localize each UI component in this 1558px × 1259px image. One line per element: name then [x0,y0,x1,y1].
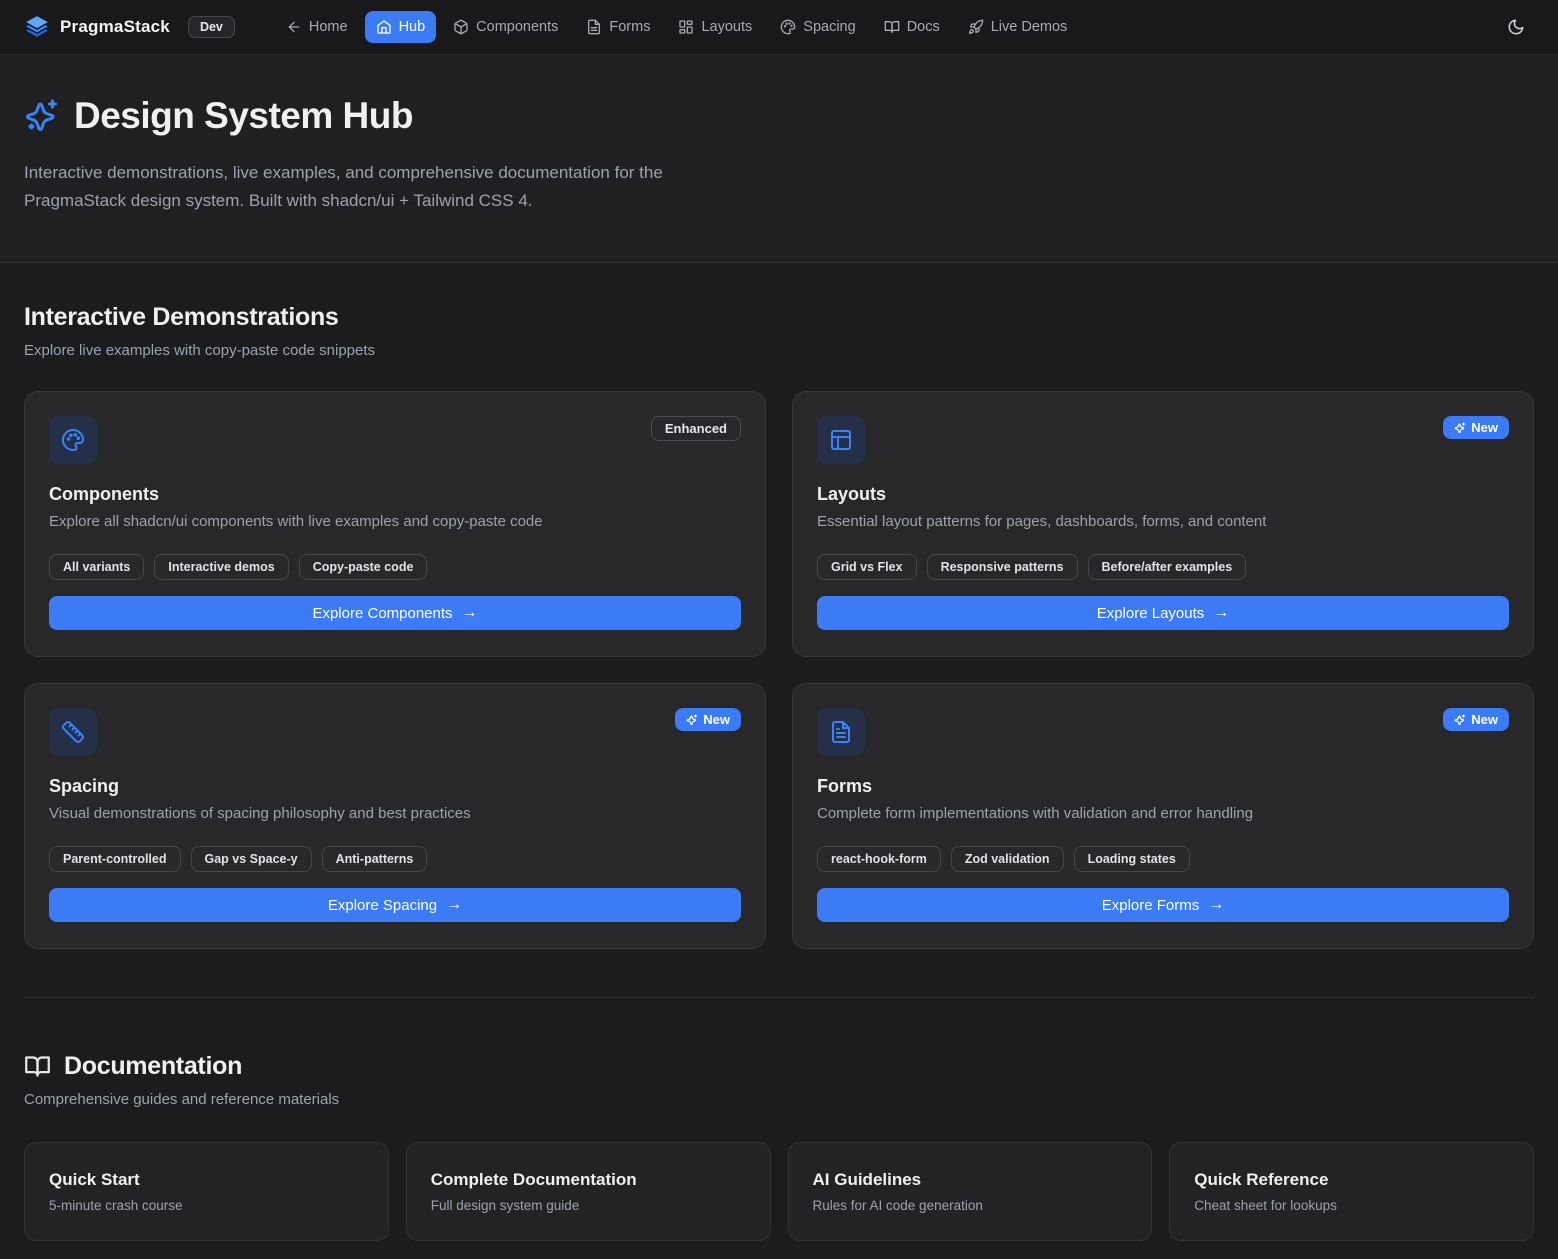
book-open-icon [884,19,900,35]
tag: Parent-controlled [49,846,181,872]
brand: PragmaStack Dev [24,14,235,40]
explore-spacing-button[interactable]: Explore Spacing → [49,888,741,922]
card-title: Spacing [49,776,741,797]
page-subtitle: Interactive demonstrations, live example… [24,159,764,214]
nav-item-home[interactable]: Home [275,11,359,43]
tag: Loading states [1074,846,1190,872]
demo-card-forms: New Forms Complete form implementations … [792,683,1534,949]
sparkles-icon [1454,422,1466,434]
tag: Anti-patterns [322,846,428,872]
arrow-right-icon: → [1208,897,1224,913]
doc-card-description: Rules for AI code generation [813,1198,1128,1213]
env-badge: Dev [188,16,235,38]
arrow-right-icon: → [462,605,478,621]
rocket-icon [968,19,984,35]
documentation-section: Documentation Comprehensive guides and r… [24,1052,1534,1241]
doc-card-title: Complete Documentation [431,1170,746,1190]
top-navbar: PragmaStack Dev Home Hub Components Form… [0,0,1558,55]
nav-item-spacing[interactable]: Spacing [769,11,866,43]
nav-item-hub[interactable]: Hub [365,11,437,43]
demos-heading: Interactive Demonstrations [24,303,1534,332]
book-open-icon [24,1053,51,1080]
section-divider [24,997,1534,998]
card-title: Forms [817,776,1509,797]
card-description: Explore all shadcn/ui components with li… [49,513,741,530]
nav-item-live-demos[interactable]: Live Demos [957,11,1079,43]
sparkles-icon [686,714,698,726]
card-description: Visual demonstrations of spacing philoso… [49,805,741,822]
tag-row: Grid vs Flex Responsive patterns Before/… [817,554,1509,580]
file-text-icon [817,708,865,756]
box-icon [453,19,469,35]
tag: Copy-paste code [299,554,428,580]
doc-card-ai-guidelines[interactable]: AI Guidelines Rules for AI code generati… [788,1142,1153,1241]
palette-icon [780,19,796,35]
explore-components-button[interactable]: Explore Components → [49,596,741,630]
demo-card-layouts: New Layouts Essential layout patterns fo… [792,391,1534,657]
panel-top-icon [817,416,865,464]
layout-grid-icon [678,19,694,35]
main-nav: Home Hub Components Forms Layouts Spacin… [275,11,1078,43]
demo-card-grid: Enhanced Components Explore all shadcn/u… [24,391,1534,949]
doc-card-quick-start[interactable]: Quick Start 5-minute crash course [24,1142,389,1241]
moon-icon [1507,18,1525,36]
tag: react-hook-form [817,846,941,872]
sparkles-icon [1454,714,1466,726]
new-badge: New [1443,708,1509,731]
file-text-icon [586,19,602,35]
docs-heading: Documentation [64,1052,242,1081]
card-description: Complete form implementations with valid… [817,805,1509,822]
status-badge: Enhanced [651,416,741,441]
tag-row: All variants Interactive demos Copy-past… [49,554,741,580]
doc-card-title: Quick Start [49,1170,364,1190]
tag: Responsive patterns [927,554,1078,580]
sparkles-icon [24,98,60,134]
doc-card-description: Full design system guide [431,1198,746,1213]
tag: Grid vs Flex [817,554,917,580]
card-title: Components [49,484,741,505]
tag: Interactive demos [154,554,288,580]
ruler-icon [49,708,97,756]
demos-subheading: Explore live examples with copy-paste co… [24,342,1534,359]
tag: Zod validation [951,846,1064,872]
hero-section: Design System Hub Interactive demonstrat… [0,55,1558,263]
nav-item-components[interactable]: Components [442,11,569,43]
card-title: Layouts [817,484,1509,505]
page-title: Design System Hub [74,95,413,137]
brand-name: PragmaStack [60,17,170,37]
nav-item-layouts[interactable]: Layouts [667,11,763,43]
nav-item-docs[interactable]: Docs [873,11,951,43]
arrow-right-icon: → [446,897,462,913]
doc-card-complete-documentation[interactable]: Complete Documentation Full design syste… [406,1142,771,1241]
arrow-right-icon: → [1213,605,1229,621]
theme-toggle-button[interactable] [1498,9,1534,45]
doc-card-description: 5-minute crash course [49,1198,364,1213]
tag-row: Parent-controlled Gap vs Space-y Anti-pa… [49,846,741,872]
arrow-left-icon [286,19,302,35]
palette-icon [49,416,97,464]
demo-card-spacing: New Spacing Visual demonstrations of spa… [24,683,766,949]
new-badge: New [675,708,741,731]
layers-logo-icon [24,14,50,40]
main-content: Interactive Demonstrations Explore live … [0,263,1558,1259]
doc-card-description: Cheat sheet for lookups [1194,1198,1509,1213]
tag: All variants [49,554,144,580]
doc-card-quick-reference[interactable]: Quick Reference Cheat sheet for lookups [1169,1142,1534,1241]
nav-item-forms[interactable]: Forms [575,11,661,43]
card-description: Essential layout patterns for pages, das… [817,513,1509,530]
docs-subheading: Comprehensive guides and reference mater… [24,1091,1534,1108]
new-badge: New [1443,416,1509,439]
explore-layouts-button[interactable]: Explore Layouts → [817,596,1509,630]
demo-card-components: Enhanced Components Explore all shadcn/u… [24,391,766,657]
tag: Before/after examples [1088,554,1247,580]
explore-forms-button[interactable]: Explore Forms → [817,888,1509,922]
doc-card-grid: Quick Start 5-minute crash course Comple… [24,1142,1534,1241]
home-icon [376,19,392,35]
doc-card-title: AI Guidelines [813,1170,1128,1190]
tag-row: react-hook-form Zod validation Loading s… [817,846,1509,872]
doc-card-title: Quick Reference [1194,1170,1509,1190]
tag: Gap vs Space-y [191,846,312,872]
